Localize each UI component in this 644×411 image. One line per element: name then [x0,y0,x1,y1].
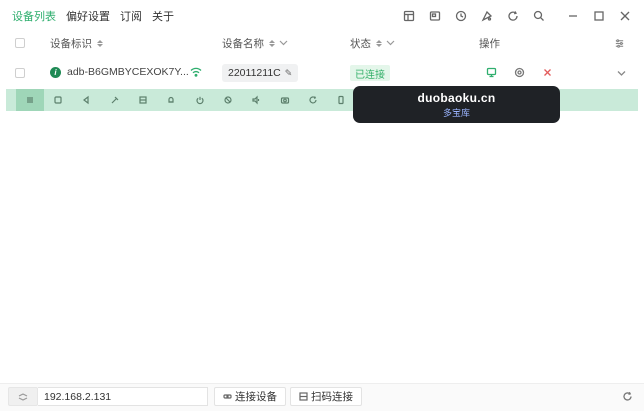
settings-icon[interactable] [514,67,525,81]
refresh-devices-icon[interactable] [622,391,634,403]
window-toolbar [396,0,638,32]
info-icon[interactable]: i [50,67,61,78]
pin-icon[interactable] [103,89,127,111]
watermark-overlay: duobaoku.cn 多宝库 [353,86,560,123]
table-row[interactable]: i adb-B6GMBYCEXOK7Y... 22011211C ✎ 已连接 [0,58,644,88]
nav-device-list[interactable]: 设备列表 [12,0,56,32]
expand-chevron-icon[interactable] [616,68,627,82]
scan-connect-label: 扫码连接 [311,391,353,403]
filter-icon[interactable] [386,40,395,46]
ip-history-icon[interactable] [8,387,38,406]
volume-icon[interactable] [244,89,268,111]
header-actions-label: 操作 [479,37,500,50]
header-device-id[interactable]: 设备标识 [50,32,103,54]
select-all-checkbox[interactable] [15,38,25,48]
header-actions: 操作 [479,32,500,54]
camera-icon[interactable] [273,89,297,111]
close-icon[interactable] [612,3,638,29]
disconnect-icon[interactable] [542,67,553,81]
square-icon[interactable] [46,89,70,111]
back-icon[interactable] [74,89,98,111]
ip-address-input[interactable] [38,387,208,406]
screen-icon[interactable] [422,3,448,29]
scan-connect-button[interactable]: 扫码连接 [290,387,362,406]
connection-bar: 连接设备 扫码连接 [0,383,644,411]
row-checkbox[interactable] [15,68,25,78]
header-device-name-label: 设备名称 [222,37,264,50]
watermark-sub-text: 多宝库 [442,107,470,118]
mirror-screen-icon[interactable] [486,67,497,81]
history-icon[interactable] [448,3,474,29]
filter-icon[interactable] [279,40,288,46]
header-status-label: 状态 [350,37,371,50]
search-icon[interactable] [526,3,552,29]
bell-icon[interactable] [159,89,183,111]
refresh-icon[interactable] [500,3,526,29]
nav-subscription[interactable]: 订阅 [120,0,142,32]
status-badge: 已连接 [350,65,390,81]
device-id: adb-B6GMBYCEXOK7Y... [67,66,189,78]
table-header: 设备标识 设备名称 状态 操作 [0,32,644,54]
menu-icon[interactable] [16,89,44,111]
nav-about[interactable]: 关于 [152,0,174,32]
edit-icon[interactable]: ✎ [285,68,293,79]
link-icon [223,394,232,399]
column-settings-icon[interactable] [614,32,625,54]
header-device-id-label: 设备标识 [50,37,92,50]
rotate-icon[interactable] [216,89,240,111]
select-all-cell [15,32,25,54]
minimize-icon[interactable] [560,3,586,29]
connect-device-button[interactable]: 连接设备 [214,387,286,406]
nav-preferences[interactable]: 偏好设置 [66,0,110,32]
save-icon[interactable] [131,89,155,111]
maximize-icon[interactable] [586,3,612,29]
header-status[interactable]: 状态 [350,32,395,54]
reload-icon[interactable] [301,89,325,111]
wifi-icon [190,67,202,80]
sort-icon[interactable] [269,39,275,47]
layout-icon[interactable] [396,3,422,29]
qr-icon [299,392,308,401]
device-name: 22011211C [228,67,281,79]
sort-icon[interactable] [376,39,382,47]
phone-icon[interactable] [329,89,353,111]
sort-icon[interactable] [97,39,103,47]
watermark-main-text: duobaoku.cn [417,90,496,105]
header-device-name[interactable]: 设备名称 [222,32,288,54]
device-name-chip[interactable]: 22011211C ✎ [222,64,299,82]
power-icon[interactable] [188,89,212,111]
theme-icon[interactable] [474,3,500,29]
title-bar: 设备列表 偏好设置 订阅 关于 [0,0,644,32]
connect-device-label: 连接设备 [235,391,277,403]
main-nav: 设备列表 偏好设置 订阅 关于 [0,0,184,32]
